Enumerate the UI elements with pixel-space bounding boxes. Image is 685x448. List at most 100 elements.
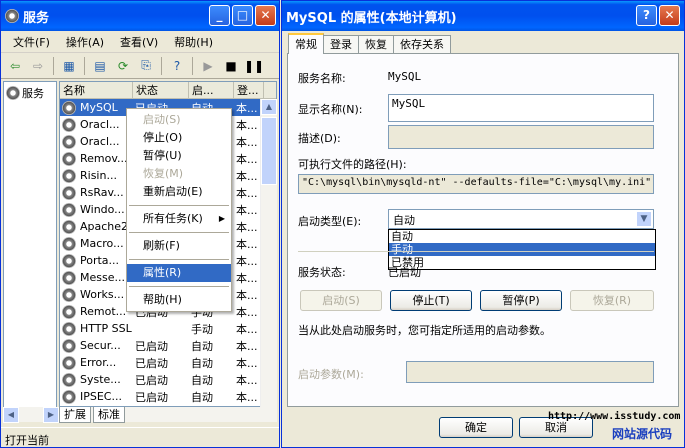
- context-menu-item[interactable]: 属性(R): [127, 264, 231, 282]
- description-field[interactable]: [388, 125, 654, 149]
- row-name-cell: Messe...: [60, 270, 133, 285]
- context-menu-item[interactable]: 启动(S): [127, 111, 231, 129]
- pause-service-icon[interactable]: ❚❚: [244, 56, 264, 76]
- help-icon[interactable]: ?: [167, 56, 187, 76]
- service-gear-icon: [62, 338, 76, 353]
- context-menu-item[interactable]: 帮助(H): [127, 291, 231, 309]
- context-menu-item[interactable]: 停止(O): [127, 129, 231, 147]
- chevron-down-icon[interactable]: ▼: [636, 211, 652, 227]
- forward-icon[interactable]: ⇨: [28, 56, 48, 76]
- start-service-icon[interactable]: ▶: [198, 56, 218, 76]
- menu-item-label: 启动(S): [143, 113, 181, 126]
- service-name: Secur...: [80, 339, 121, 352]
- resume-button[interactable]: 恢复(R): [570, 290, 654, 311]
- startup-type-select[interactable]: 自动 ▼: [388, 209, 654, 229]
- context-menu-item[interactable]: 刷新(F): [127, 237, 231, 255]
- service-name-label: 服务名称:: [298, 72, 346, 85]
- table-row[interactable]: Error... 已启动 自动 本...: [60, 354, 276, 371]
- minimize-button[interactable]: _: [209, 5, 230, 26]
- column-header-name[interactable]: 名称: [60, 82, 133, 98]
- menu-action[interactable]: 操作(A): [58, 34, 112, 50]
- row-status-cell: 已启动: [135, 356, 168, 370]
- context-menu-item[interactable]: 恢复(M): [127, 165, 231, 183]
- divider: [298, 251, 654, 252]
- menu-item-label: 刷新(F): [143, 239, 180, 252]
- description-label: 描述(D):: [298, 132, 341, 145]
- context-menu: 启动(S) 停止(O) 暂停(U) 恢复(M) 重新启动(E) 所有任务(K) ▶ 刷新(F)…: [126, 108, 232, 312]
- ok-button[interactable]: 确定: [439, 417, 513, 438]
- dialog-close-button[interactable]: ✕: [659, 5, 680, 26]
- column-header-startup[interactable]: 启...: [189, 82, 234, 98]
- menu-item-label: 停止(O): [143, 131, 183, 144]
- startup-option[interactable]: 已禁用: [389, 256, 655, 269]
- toolbar-separator: [53, 56, 54, 75]
- help-button[interactable]: ?: [636, 5, 657, 26]
- horizontal-scrollbar[interactable]: ◀ ▶: [3, 406, 277, 423]
- service-name: Macro...: [80, 237, 124, 250]
- menu-file[interactable]: 文件(F): [5, 34, 58, 50]
- context-menu-item[interactable]: 所有任务(K) ▶: [127, 210, 231, 228]
- refresh-icon[interactable]: ⟳: [113, 56, 133, 76]
- row-name-cell: Porta...: [60, 253, 133, 268]
- service-name: Remov...: [80, 152, 128, 165]
- menu-item-label: 重新启动(E): [143, 185, 203, 198]
- stop-button[interactable]: 停止(T): [390, 290, 472, 311]
- display-name-field[interactable]: MySQL: [388, 94, 654, 122]
- toolbar-separator: [84, 56, 85, 75]
- menubar: 文件(F) 操作(A) 查看(V) 帮助(H): [1, 31, 279, 53]
- tab-general[interactable]: 常规: [288, 33, 324, 54]
- stop-service-icon[interactable]: ■: [221, 56, 241, 76]
- service-gear-icon: [62, 168, 76, 183]
- close-button[interactable]: ✕: [255, 5, 276, 26]
- row-name-cell: Works...: [60, 287, 133, 302]
- toolbar: ⇦ ⇨ ▦ ▤ ⟳ ⎘ ? ▶ ■ ❚❚: [1, 53, 279, 79]
- menu-separator: [129, 205, 229, 206]
- service-gear-icon: [62, 236, 76, 251]
- services-app-icon: [5, 9, 19, 23]
- tab-standard[interactable]: 标准: [93, 407, 125, 423]
- scroll-left-icon[interactable]: ◀: [3, 406, 19, 423]
- back-icon[interactable]: ⇦: [5, 56, 25, 76]
- services-title: 服务: [23, 10, 50, 26]
- menu-item-label: 属性(R): [143, 266, 182, 279]
- scroll-thumb[interactable]: [261, 117, 277, 185]
- startup-option[interactable]: 自动: [389, 230, 655, 243]
- scroll-right-icon[interactable]: ▶: [43, 406, 59, 423]
- table-row[interactable]: HTTP SSL 手动 本...: [60, 320, 276, 337]
- startup-option[interactable]: 手动: [389, 243, 655, 256]
- pause-button[interactable]: 暂停(P): [480, 290, 562, 311]
- tab-extended[interactable]: 扩展: [59, 407, 91, 423]
- row-name-cell: IPSEC...: [60, 389, 133, 404]
- row-name-cell: Syste...: [60, 372, 133, 387]
- context-menu-item[interactable]: 暂停(U): [127, 147, 231, 165]
- menu-help[interactable]: 帮助(H): [166, 34, 221, 50]
- menu-item-label: 恢复(M): [143, 167, 184, 180]
- row-name-cell: RsRav...: [60, 185, 133, 200]
- tree-node-services[interactable]: 服务: [4, 82, 56, 104]
- table-row[interactable]: Secur... 已启动 自动 本...: [60, 337, 276, 354]
- menu-view[interactable]: 查看(V): [112, 34, 166, 50]
- column-header-logon[interactable]: 登...: [234, 82, 264, 98]
- dialog-titlebar[interactable]: MySQL 的属性(本地计算机) ? ✕: [282, 1, 684, 31]
- vertical-scrollbar[interactable]: ▲: [260, 99, 277, 407]
- row-name-cell: Risin...: [60, 168, 133, 183]
- export-list-icon[interactable]: ⎘: [136, 56, 156, 76]
- properties-icon[interactable]: ▤: [90, 56, 110, 76]
- table-row[interactable]: IPSEC... 已启动 自动 本...: [60, 388, 276, 405]
- show-tree-icon[interactable]: ▦: [59, 56, 79, 76]
- service-gear-icon: [62, 151, 76, 166]
- service-gear-icon: [62, 134, 76, 149]
- column-header-status[interactable]: 状态: [133, 82, 189, 98]
- context-menu-item[interactable]: 重新启动(E): [127, 183, 231, 201]
- params-field[interactable]: [406, 361, 654, 383]
- service-status-value: 已启动: [388, 266, 421, 279]
- service-gear-icon: [62, 185, 76, 200]
- service-name: Porta...: [80, 254, 120, 267]
- table-row[interactable]: Syste... 已启动 自动 本...: [60, 371, 276, 388]
- scroll-up-icon[interactable]: ▲: [261, 99, 277, 115]
- maximize-button[interactable]: □: [232, 5, 253, 26]
- services-titlebar[interactable]: 服务 _ □ ✕: [1, 1, 279, 31]
- row-status-cell: 已启动: [135, 339, 168, 353]
- start-button[interactable]: 启动(S): [300, 290, 382, 311]
- row-name-cell: Remov...: [60, 151, 133, 166]
